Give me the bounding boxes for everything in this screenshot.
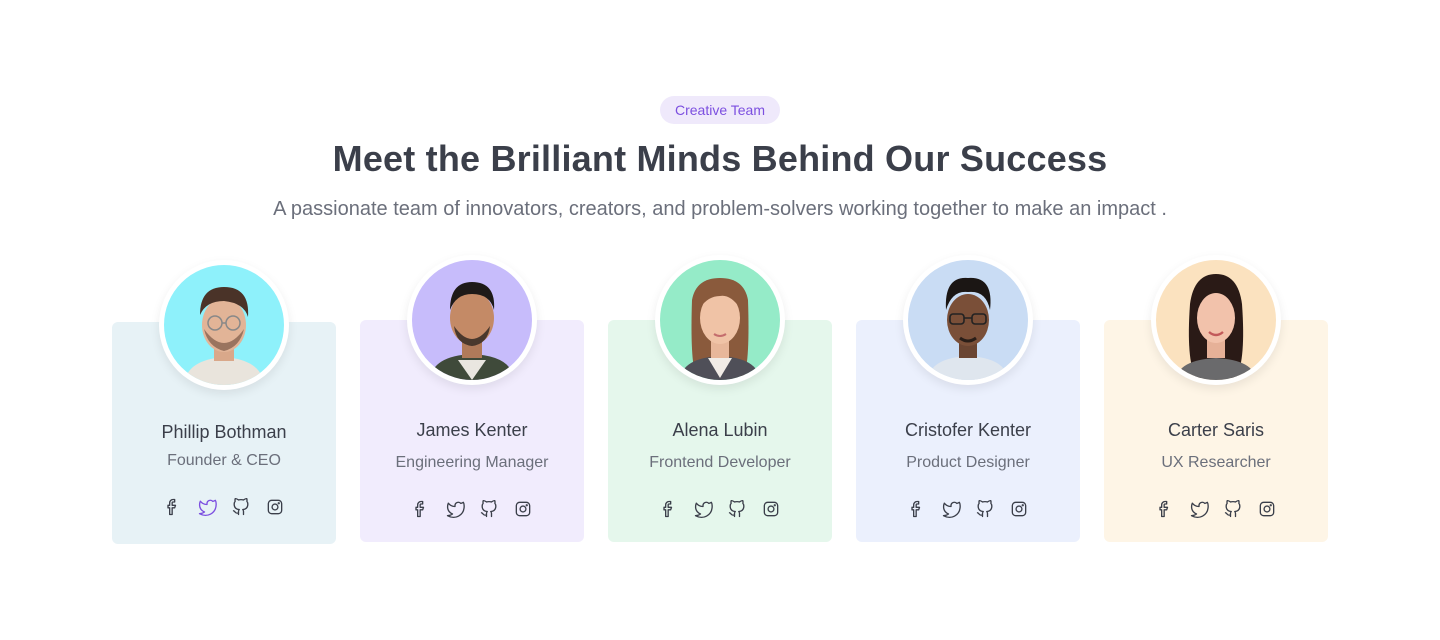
facebook-icon[interactable]: [409, 497, 433, 521]
member-name: Carter Saris: [1167, 420, 1265, 440]
twitter-icon[interactable]: [1187, 497, 1211, 521]
team-card-3: Alena Lubin Frontend Developer: [608, 255, 832, 542]
avatar-frame: [903, 255, 1033, 385]
twitter-icon[interactable]: [939, 497, 963, 521]
facebook-icon[interactable]: [1153, 497, 1177, 521]
github-icon[interactable]: [725, 497, 749, 521]
team-card-1: Phillip Bothman Founder & CEO: [112, 260, 336, 544]
member-name: Alena Lubin: [672, 420, 768, 440]
member-name: Cristofer Kenter: [904, 420, 1032, 440]
social-links: [112, 495, 336, 519]
github-icon[interactable]: [1221, 497, 1245, 521]
instagram-icon[interactable]: [1255, 497, 1279, 521]
section-subtitle: A passionate team of innovators, creator…: [273, 198, 1167, 220]
avatar: [660, 260, 780, 380]
avatar: [1156, 260, 1276, 380]
member-role: Founder & CEO: [167, 452, 281, 469]
social-links: [608, 497, 832, 521]
social-links: [360, 497, 584, 521]
social-links: [1104, 497, 1328, 521]
avatar-frame: [407, 255, 537, 385]
member-role: Engineering Manager: [395, 454, 549, 471]
section-badge: Creative Team: [660, 96, 780, 124]
team-section: Creative Team Meet the Brilliant Minds B…: [0, 0, 1440, 640]
member-role: Frontend Developer: [649, 454, 791, 471]
facebook-icon[interactable]: [657, 497, 681, 521]
github-icon[interactable]: [973, 497, 997, 521]
instagram-icon[interactable]: [263, 495, 287, 519]
instagram-icon[interactable]: [511, 497, 535, 521]
member-name: Phillip Bothman: [161, 422, 287, 442]
facebook-icon[interactable]: [905, 497, 929, 521]
twitter-icon[interactable]: [443, 497, 467, 521]
instagram-icon[interactable]: [759, 497, 783, 521]
instagram-icon[interactable]: [1007, 497, 1031, 521]
team-card-4: Cristofer Kenter Product Designer: [856, 255, 1080, 542]
twitter-icon[interactable]: [691, 497, 715, 521]
avatar-frame: [159, 260, 289, 390]
section-title: Meet the Brilliant Minds Behind Our Succ…: [332, 138, 1108, 179]
team-card-2: James Kenter Engineering Manager: [360, 255, 584, 542]
avatar-frame: [1151, 255, 1281, 385]
twitter-icon[interactable]: [195, 495, 219, 519]
avatar: [412, 260, 532, 380]
team-card-5: Carter Saris UX Researcher: [1104, 255, 1328, 542]
avatar-frame: [655, 255, 785, 385]
facebook-icon[interactable]: [161, 495, 185, 519]
member-name: James Kenter: [416, 420, 528, 440]
github-icon[interactable]: [477, 497, 501, 521]
social-links: [856, 497, 1080, 521]
member-role: UX Researcher: [1161, 454, 1271, 471]
github-icon[interactable]: [229, 495, 253, 519]
avatar: [164, 265, 284, 385]
member-role: Product Designer: [906, 454, 1030, 471]
avatar: [908, 260, 1028, 380]
